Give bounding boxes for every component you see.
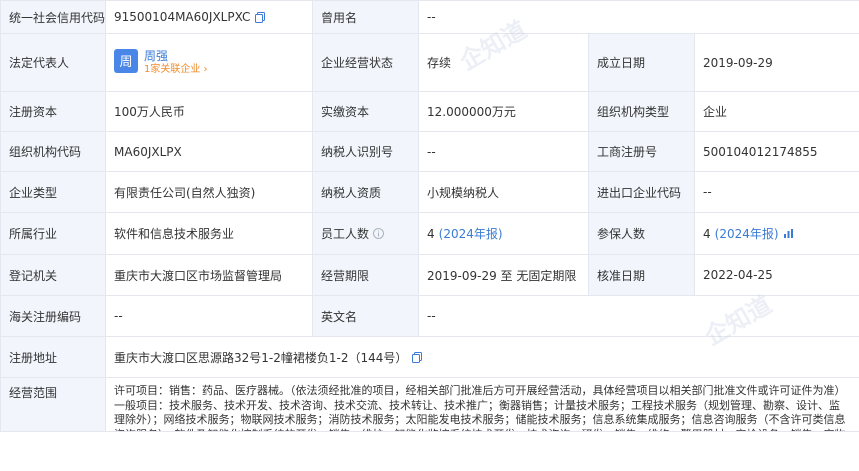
copy-icon[interactable] [412, 351, 423, 363]
employees-label: 员工人数 [321, 227, 370, 241]
authority-label: 登记机关 [1, 255, 106, 296]
address-cell: 重庆市大渡口区思源路32号1-2幢裙楼负1-2（144号） [106, 337, 859, 378]
taxpayer-id-label: 纳税人识别号 [313, 132, 419, 172]
employees-value: 4 [427, 226, 435, 241]
legal-rep-name[interactable]: 周强 [144, 49, 208, 63]
scope-label: 经营范围 [1, 378, 106, 432]
reg-capital-label: 注册资本 [1, 92, 106, 132]
legal-rep-assoc-link[interactable]: 1家关联企业 › [144, 63, 208, 77]
employees-cell: 4 (2024年报) [419, 213, 589, 255]
status-value: 存续 [419, 34, 589, 92]
credit-code-value: 91500104MA60JXLPXC [114, 10, 251, 24]
info-icon[interactable] [373, 228, 385, 239]
paid-capital-label: 实缴资本 [313, 92, 419, 132]
taxpayer-qual-label: 纳税人资质 [313, 172, 419, 213]
company-type-value: 有限责任公司(自然人独资) [106, 172, 313, 213]
legal-rep-label: 法定代表人 [1, 34, 106, 92]
customs-label: 海关注册编码 [1, 296, 106, 337]
import-export-label: 进出口企业代码 [589, 172, 695, 213]
english-value: -- [419, 296, 859, 337]
established-value: 2019-09-29 [695, 34, 859, 92]
former-name-label: 曾用名 [313, 1, 419, 34]
scope-value: 许可项目：销售：药品、医疗器械。（依法须经批准的项目，经相关部门批准后方可开展经… [106, 378, 859, 432]
address-label: 注册地址 [1, 337, 106, 378]
org-type-label: 组织机构类型 [589, 92, 695, 132]
english-label: 英文名 [313, 296, 419, 337]
term-value: 2019-09-29 至 无固定期限 [419, 255, 589, 296]
credit-code-label: 统一社会信用代码 [1, 1, 106, 34]
org-type-value: 企业 [695, 92, 859, 132]
status-label: 企业经营状态 [313, 34, 419, 92]
insured-cell: 4 (2024年报) [695, 213, 859, 255]
legal-rep-cell: 周 周强 1家关联企业 › [106, 34, 313, 92]
credit-code-cell: 91500104MA60JXLPXC [106, 1, 313, 34]
customs-value: -- [106, 296, 313, 337]
paid-capital-value: 12.000000万元 [419, 92, 589, 132]
copy-icon[interactable] [255, 11, 266, 23]
industry-label: 所属行业 [1, 213, 106, 255]
avatar[interactable]: 周 [114, 48, 138, 73]
address-value: 重庆市大渡口区思源路32号1-2幢裙楼负1-2（144号） [114, 350, 408, 365]
approval-value: 2022-04-25 [695, 255, 859, 296]
established-label: 成立日期 [589, 34, 695, 92]
insured-year-link[interactable]: (2024年报) [715, 225, 779, 242]
company-info-table: 统一社会信用代码 91500104MA60JXLPXC 曾用名 -- 法定代表人… [0, 0, 859, 432]
term-label: 经营期限 [313, 255, 419, 296]
authority-value: 重庆市大渡口区市场监督管理局 [106, 255, 313, 296]
biz-reg-label: 工商注册号 [589, 132, 695, 172]
employees-label-cell: 员工人数 [313, 213, 419, 255]
former-name-value: -- [419, 1, 859, 34]
taxpayer-qual-value: 小规模纳税人 [419, 172, 589, 213]
chart-icon[interactable] [783, 228, 794, 239]
approval-label: 核准日期 [589, 255, 695, 296]
reg-capital-value: 100万人民币 [106, 92, 313, 132]
import-export-value: -- [695, 172, 859, 213]
insured-label: 参保人数 [589, 213, 695, 255]
employees-year-link[interactable]: (2024年报) [439, 225, 503, 242]
org-code-value: MA60JXLPX [106, 132, 313, 172]
insured-value: 4 [703, 226, 711, 241]
taxpayer-id-value: -- [419, 132, 589, 172]
org-code-label: 组织机构代码 [1, 132, 106, 172]
company-type-label: 企业类型 [1, 172, 106, 213]
biz-reg-value: 500104012174855 [695, 132, 859, 172]
industry-value: 软件和信息技术服务业 [106, 213, 313, 255]
